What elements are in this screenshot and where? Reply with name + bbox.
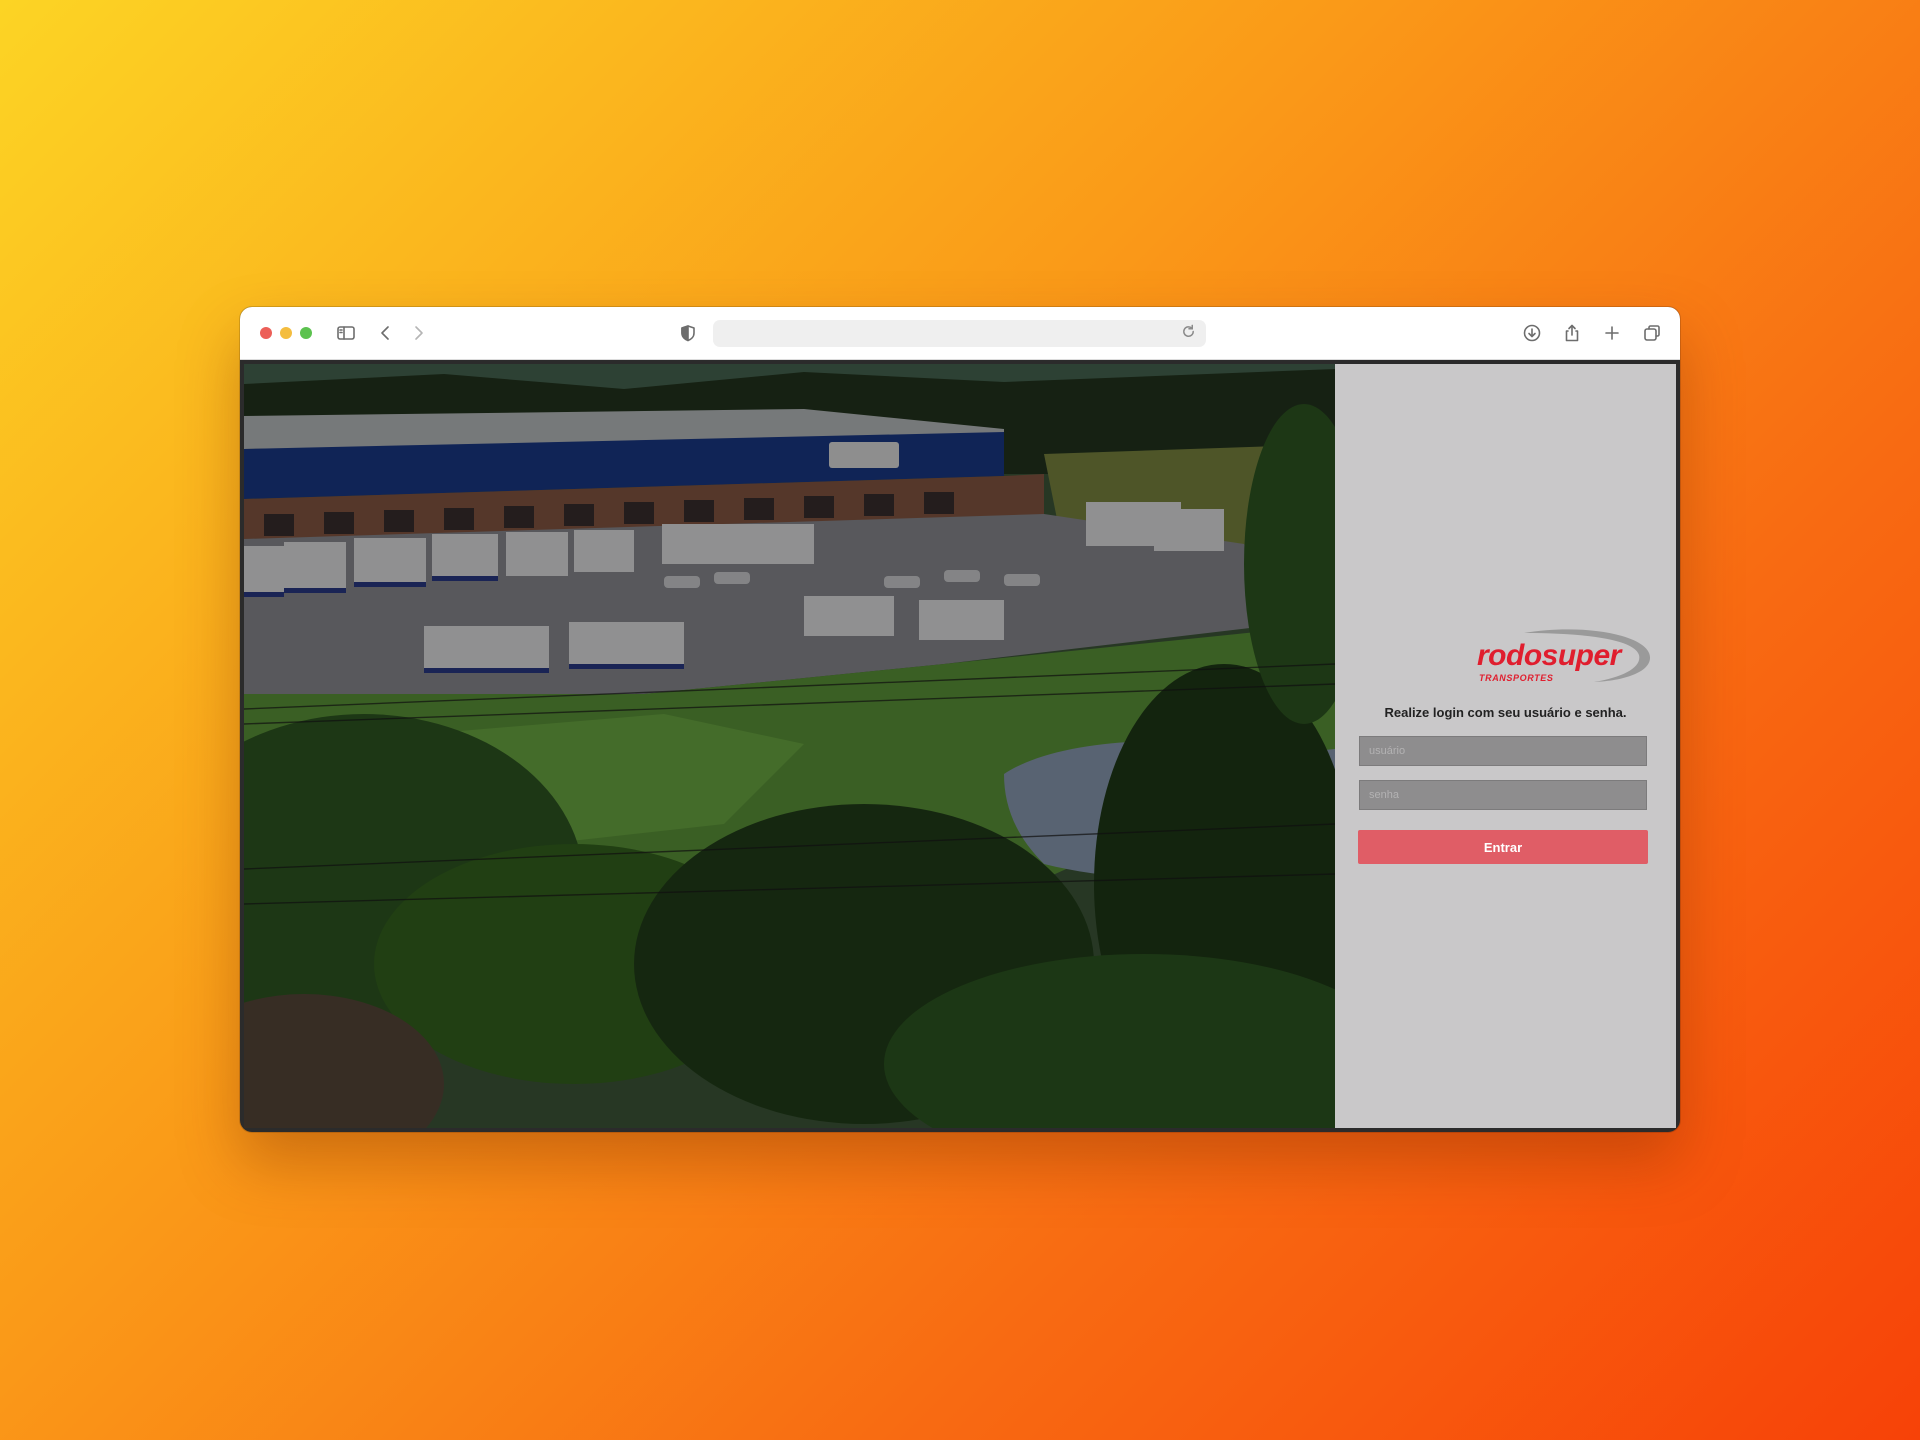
tabs-icon[interactable] [1640,321,1664,345]
browser-toolbar [240,307,1680,360]
reload-icon[interactable] [1181,324,1200,343]
page-viewport: rodosuper TRANSPORTES Realize login com … [244,364,1676,1128]
brand-logo: rodosuper TRANSPORTES [1474,627,1654,689]
shield-icon[interactable] [676,321,700,345]
brand-subtitle: TRANSPORTES [1479,673,1554,683]
browser-window: rodosuper TRANSPORTES Realize login com … [240,307,1680,1132]
close-window-button[interactable] [260,327,272,339]
minimize-window-button[interactable] [280,327,292,339]
address-bar[interactable] [713,320,1206,347]
sidebar-icon[interactable] [334,321,358,345]
password-input[interactable] [1359,780,1647,810]
plus-icon[interactable] [1600,321,1624,345]
brand-name: rodosuper [1477,639,1621,672]
username-input[interactable] [1359,736,1647,766]
chevron-left-icon[interactable] [374,321,398,345]
login-button[interactable]: Entrar [1358,830,1648,864]
photo-overlay [244,364,1335,1128]
login-panel: rodosuper TRANSPORTES Realize login com … [1335,364,1676,1128]
zoom-window-button[interactable] [300,327,312,339]
login-instruction: Realize login com seu usuário e senha. [1384,705,1627,720]
chevron-right-icon[interactable] [406,321,430,345]
download-icon[interactable] [1520,321,1544,345]
share-icon[interactable] [1560,321,1584,345]
background-photo [244,364,1335,1128]
